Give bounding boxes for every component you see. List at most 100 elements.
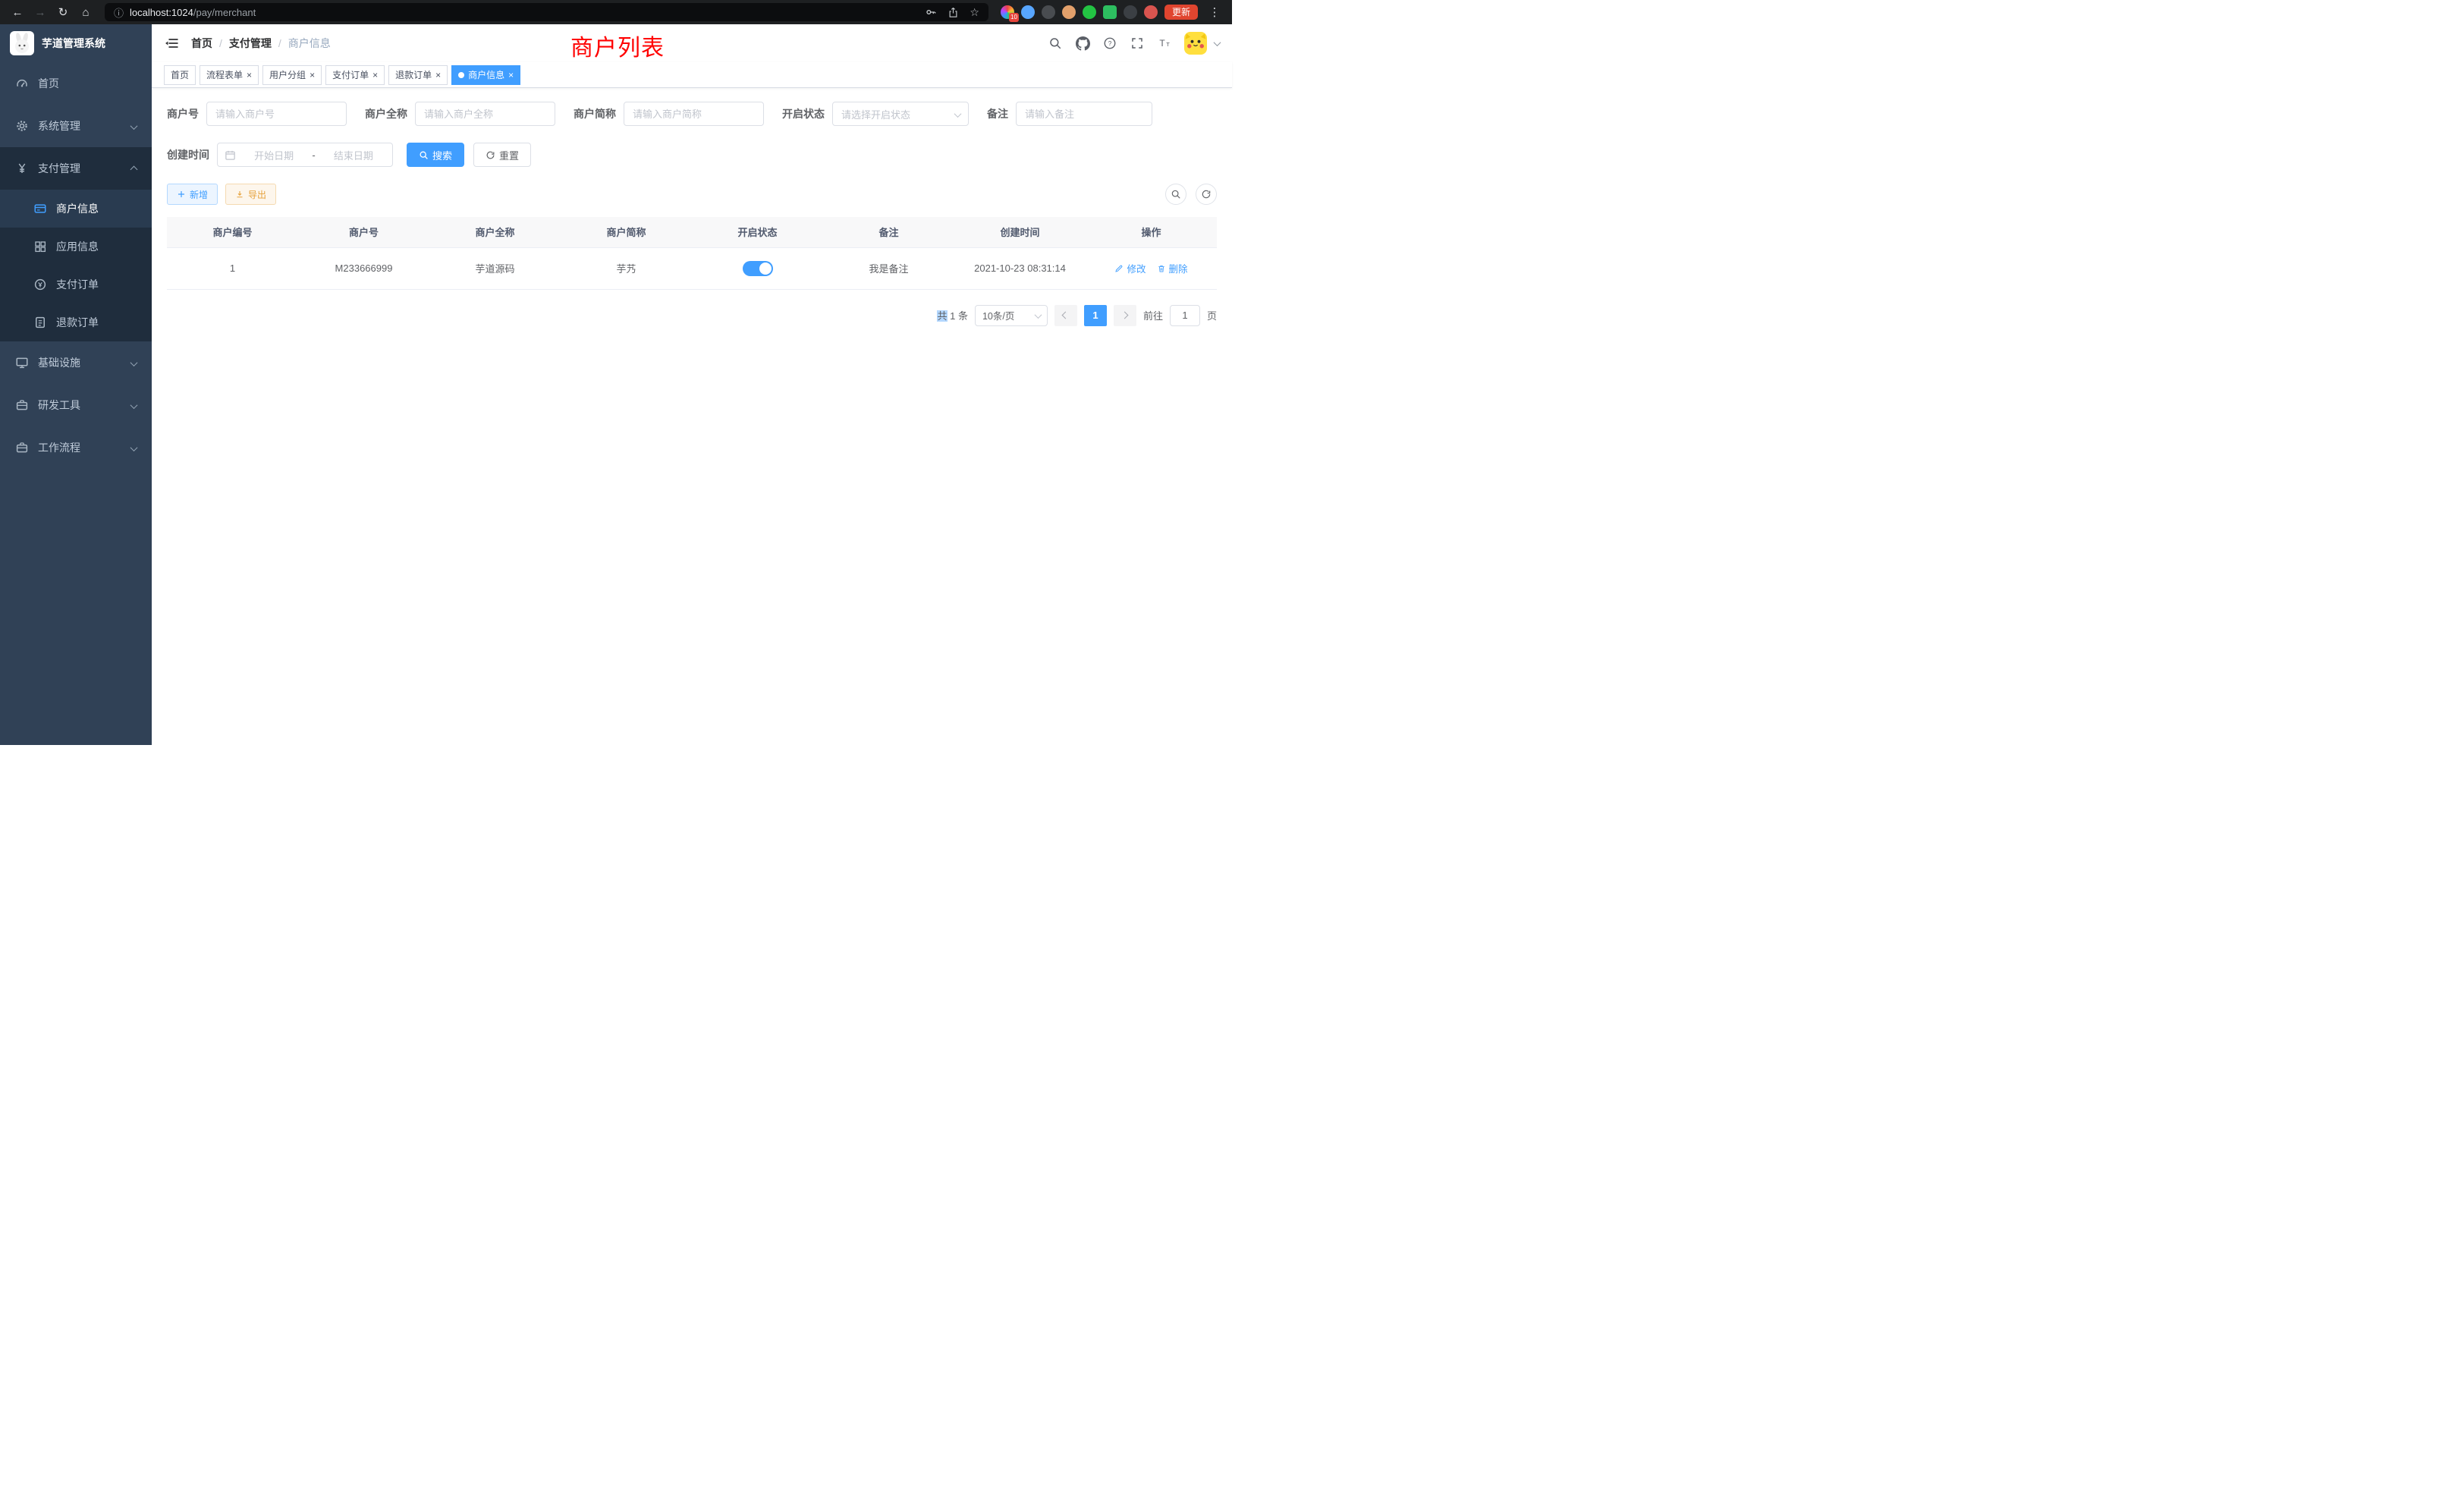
sidebar-item-dev-tools[interactable]: 研发工具 bbox=[0, 384, 152, 426]
close-icon[interactable]: × bbox=[435, 71, 441, 80]
pencil-icon bbox=[1114, 264, 1124, 273]
prev-page-button[interactable] bbox=[1054, 305, 1077, 326]
sidebar-item-workflow[interactable]: 工作流程 bbox=[0, 426, 152, 469]
table-row: 1 M233666999 芋道源码 芋艿 我是备注 2021-10-23 08:… bbox=[167, 247, 1217, 289]
chevron-down-icon bbox=[131, 442, 137, 454]
sidebar-item-payment[interactable]: 支付管理 bbox=[0, 147, 152, 190]
sidebar-item-merchant-info[interactable]: 商户信息 bbox=[0, 190, 152, 228]
extension-icon[interactable] bbox=[1144, 5, 1158, 19]
close-icon[interactable]: × bbox=[247, 71, 252, 80]
url-bar[interactable]: ⓘ localhost:1024/pay/merchant ☆ bbox=[105, 3, 988, 21]
date-end-placeholder: 结束日期 bbox=[322, 148, 385, 162]
refresh-table-button[interactable] bbox=[1196, 184, 1217, 205]
close-icon[interactable]: × bbox=[310, 71, 315, 80]
breadcrumb-item[interactable]: 首页 bbox=[191, 36, 212, 51]
browser-reload-button[interactable]: ↻ bbox=[53, 2, 73, 22]
sidebar-item-home[interactable]: 首页 bbox=[0, 62, 152, 105]
app-logo[interactable]: 芋道管理系统 bbox=[0, 24, 152, 62]
bookmark-star-icon[interactable]: ☆ bbox=[970, 6, 979, 19]
page-number-button[interactable]: 1 bbox=[1084, 305, 1107, 326]
browser-back-button[interactable]: ← bbox=[8, 2, 27, 22]
export-button[interactable]: 导出 bbox=[225, 184, 276, 205]
column-header: 商户简称 bbox=[561, 217, 692, 247]
extension-icon[interactable] bbox=[1021, 5, 1035, 19]
merchant-short-name-input[interactable] bbox=[624, 102, 764, 126]
caret-down-icon[interactable] bbox=[1215, 36, 1220, 50]
column-header: 创建时间 bbox=[954, 217, 1086, 247]
sidebar-item-app-info[interactable]: 应用信息 bbox=[0, 228, 152, 266]
chevron-down-icon bbox=[131, 357, 137, 369]
sidebar-item-system[interactable]: 系统管理 bbox=[0, 105, 152, 147]
app-title: 芋道管理系统 bbox=[42, 36, 105, 51]
browser-home-button[interactable]: ⌂ bbox=[76, 2, 96, 22]
filter-form-row-1: 商户号 商户全称 商户简称 开启状态 请选择开启状态 备注 bbox=[167, 102, 1217, 126]
tab-merchant-info[interactable]: 商户信息× bbox=[451, 65, 520, 85]
extension-icon[interactable] bbox=[1042, 5, 1055, 19]
tab-home[interactable]: 首页 bbox=[164, 65, 196, 85]
sidebar-item-infrastructure[interactable]: 基础设施 bbox=[0, 341, 152, 384]
browser-menu-icon[interactable]: ⋮ bbox=[1205, 2, 1224, 22]
plus-icon bbox=[177, 190, 186, 199]
remark-input[interactable] bbox=[1016, 102, 1152, 126]
cell-merchant-no: M233666999 bbox=[298, 247, 429, 289]
close-icon[interactable]: × bbox=[508, 71, 514, 80]
tab-process-form[interactable]: 流程表单× bbox=[200, 65, 259, 85]
status-select[interactable]: 请选择开启状态 bbox=[832, 102, 969, 126]
goto-page-input[interactable] bbox=[1170, 305, 1200, 326]
sidebar-item-pay-order[interactable]: 支付订单 bbox=[0, 266, 152, 303]
help-icon[interactable]: ? bbox=[1102, 36, 1117, 51]
font-size-icon[interactable]: TT bbox=[1157, 36, 1172, 51]
browser-update-button[interactable]: 更新 bbox=[1164, 5, 1198, 20]
merchant-full-name-input[interactable] bbox=[415, 102, 555, 126]
next-page-button[interactable] bbox=[1114, 305, 1136, 326]
tab-pay-order[interactable]: 支付订单× bbox=[325, 65, 385, 85]
field-label: 备注 bbox=[987, 106, 1008, 121]
date-start-placeholder: 开始日期 bbox=[242, 148, 306, 162]
delete-link-label: 删除 bbox=[1169, 261, 1188, 275]
search-icon[interactable] bbox=[1048, 36, 1063, 51]
fullscreen-icon[interactable] bbox=[1130, 36, 1145, 51]
extension-icon[interactable] bbox=[1062, 5, 1076, 19]
logo-image bbox=[10, 31, 34, 55]
hamburger-icon[interactable] bbox=[164, 36, 179, 51]
merchant-no-input[interactable] bbox=[206, 102, 347, 126]
bank-card-icon bbox=[33, 202, 47, 215]
column-header: 开启状态 bbox=[692, 217, 823, 247]
breadcrumb-item[interactable]: 支付管理 bbox=[229, 36, 272, 51]
page-size-select[interactable]: 10条/页 bbox=[975, 305, 1048, 326]
extension-icon[interactable] bbox=[1103, 5, 1117, 19]
site-info-icon[interactable]: ⓘ bbox=[114, 5, 124, 20]
share-icon[interactable] bbox=[948, 7, 959, 18]
refresh-icon bbox=[486, 150, 495, 160]
pagination-total-highlight: 共 bbox=[937, 310, 947, 322]
gear-icon bbox=[15, 119, 29, 133]
extension-icon[interactable] bbox=[1083, 5, 1096, 19]
field-label: 商户全称 bbox=[365, 106, 407, 121]
browser-forward-button[interactable]: → bbox=[30, 2, 50, 22]
trash-icon bbox=[1157, 264, 1166, 273]
toggle-search-button[interactable] bbox=[1165, 184, 1186, 205]
delete-link[interactable]: 删除 bbox=[1157, 261, 1188, 275]
sidebar-item-label: 首页 bbox=[38, 76, 59, 91]
password-key-icon[interactable] bbox=[925, 6, 937, 18]
select-placeholder: 请选择开启状态 bbox=[841, 107, 910, 121]
user-avatar[interactable] bbox=[1184, 32, 1207, 55]
breadcrumb-item-current: 商户信息 bbox=[288, 36, 331, 51]
search-button[interactable]: 搜索 bbox=[407, 143, 464, 167]
edit-link[interactable]: 修改 bbox=[1114, 261, 1146, 275]
close-icon[interactable]: × bbox=[372, 71, 378, 80]
create-time-range-picker[interactable]: 开始日期 - 结束日期 bbox=[217, 143, 393, 167]
yen-icon bbox=[15, 162, 29, 175]
tab-refund-order[interactable]: 退款订单× bbox=[388, 65, 448, 85]
extension-icon[interactable]: 10 bbox=[1001, 5, 1014, 19]
cell-full-name: 芋道源码 bbox=[429, 247, 561, 289]
extension-icon[interactable] bbox=[1124, 5, 1137, 19]
reset-button[interactable]: 重置 bbox=[473, 143, 531, 167]
add-button[interactable]: 新增 bbox=[167, 184, 218, 205]
status-toggle[interactable] bbox=[743, 261, 773, 276]
sidebar-item-label: 商户信息 bbox=[56, 201, 99, 216]
tab-user-group[interactable]: 用户分组× bbox=[262, 65, 322, 85]
top-navbar: 首页 / 支付管理 / 商户信息 ? TT bbox=[152, 24, 1232, 62]
github-icon[interactable] bbox=[1075, 36, 1090, 51]
sidebar-item-refund-order[interactable]: 退款订单 bbox=[0, 303, 152, 341]
